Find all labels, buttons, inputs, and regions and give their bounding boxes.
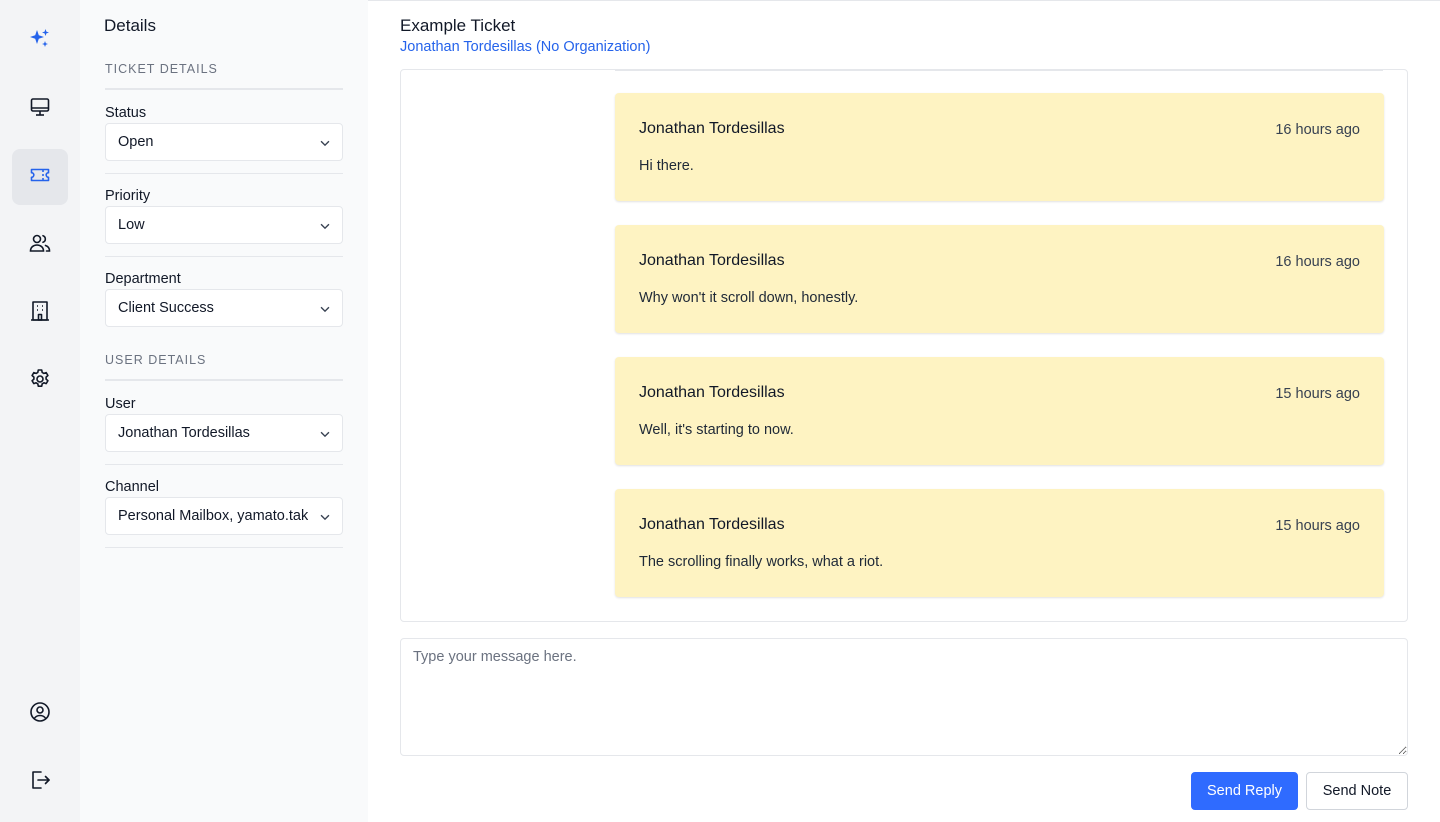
building-icon — [28, 299, 52, 328]
message-card: Jonathan Tordesillas 16 hours ago Hi the… — [615, 93, 1384, 201]
department-value: Client Success — [118, 300, 214, 316]
gear-icon — [28, 367, 52, 396]
user-value: Jonathan Tordesillas — [118, 425, 250, 441]
status-select[interactable]: Open — [105, 123, 343, 161]
message-card: Jonathan Tordesillas 16 hours ago Why wo… — [615, 225, 1384, 333]
message-body: Well, it's starting to now. — [639, 422, 794, 438]
status-value: Open — [118, 134, 154, 150]
details-title: Details — [104, 16, 156, 35]
status-label: Status — [105, 105, 147, 121]
send-note-button[interactable]: Send Note — [1306, 772, 1408, 810]
divider — [105, 173, 343, 174]
message-author: Jonathan Tordesillas — [639, 384, 785, 401]
user-label: User — [105, 396, 136, 412]
user-select[interactable]: Jonathan Tordesillas — [105, 414, 343, 452]
message-input[interactable] — [400, 638, 1408, 756]
department-label: Department — [105, 271, 181, 287]
message-author: Jonathan Tordesillas — [639, 120, 785, 137]
chevron-down-icon — [320, 223, 330, 230]
details-panel: Details TICKET DETAILS Status Open Prior… — [80, 0, 368, 822]
message-card: Jonathan Tordesillas 15 hours ago The sc… — [615, 489, 1384, 597]
message-author: Jonathan Tordesillas — [639, 516, 785, 533]
divider — [105, 256, 343, 257]
ticket-details-heading: TICKET DETAILS — [105, 62, 343, 90]
icon-sidebar — [0, 0, 80, 822]
department-select[interactable]: Client Success — [105, 289, 343, 327]
sidebar-item-settings[interactable] — [12, 353, 68, 409]
message-body: Hi there. — [639, 158, 694, 174]
chevron-down-icon — [320, 514, 330, 521]
divider — [105, 464, 343, 465]
sidebar-item-logout[interactable] — [12, 754, 68, 810]
chevron-down-icon — [320, 140, 330, 147]
ticket-requester-link[interactable]: Jonathan Tordesillas (No Organization) — [400, 39, 650, 55]
sidebar-item-tickets[interactable] — [12, 149, 68, 205]
divider — [105, 547, 343, 548]
sidebar-item-ai[interactable] — [12, 13, 68, 69]
sidebar-item-users[interactable] — [12, 217, 68, 273]
channel-value: Personal Mailbox, yamato.takato — [118, 508, 308, 524]
channel-label: Channel — [105, 479, 160, 495]
ticket-title: Example Ticket — [400, 16, 516, 35]
message-body: Why won't it scroll down, honestly. — [639, 290, 859, 306]
message-body: The scrolling finally works, what a riot… — [639, 554, 884, 570]
chevron-down-icon — [320, 431, 330, 438]
message-author: Jonathan Tordesillas — [639, 252, 785, 269]
message-time: 15 hours ago — [1275, 386, 1360, 402]
message-time: 16 hours ago — [1275, 254, 1360, 270]
sidebar-item-dashboard[interactable] — [12, 81, 68, 137]
logout-icon — [28, 768, 52, 797]
chevron-down-icon — [320, 306, 330, 313]
channel-select[interactable]: Personal Mailbox, yamato.takato — [105, 497, 343, 535]
message-thread[interactable]: Jonathan Tordesillas 16 hours ago Hi the… — [400, 69, 1408, 622]
priority-value: Low — [118, 217, 145, 233]
user-details-heading: USER DETAILS — [105, 353, 343, 381]
priority-select[interactable]: Low — [105, 206, 343, 244]
message-time: 15 hours ago — [1275, 518, 1360, 534]
previous-message-edge — [615, 70, 1383, 71]
send-reply-button[interactable]: Send Reply — [1191, 772, 1298, 810]
users-icon — [28, 231, 52, 260]
sparkles-icon — [28, 27, 52, 56]
sidebar-item-profile[interactable] — [12, 686, 68, 742]
message-time: 16 hours ago — [1275, 122, 1360, 138]
user-circle-icon — [28, 700, 52, 729]
monitor-icon — [28, 95, 52, 124]
ticket-icon — [28, 163, 52, 192]
message-card: Jonathan Tordesillas 15 hours ago Well, … — [615, 357, 1384, 465]
priority-label: Priority — [105, 188, 151, 204]
sidebar-item-organizations[interactable] — [12, 285, 68, 341]
